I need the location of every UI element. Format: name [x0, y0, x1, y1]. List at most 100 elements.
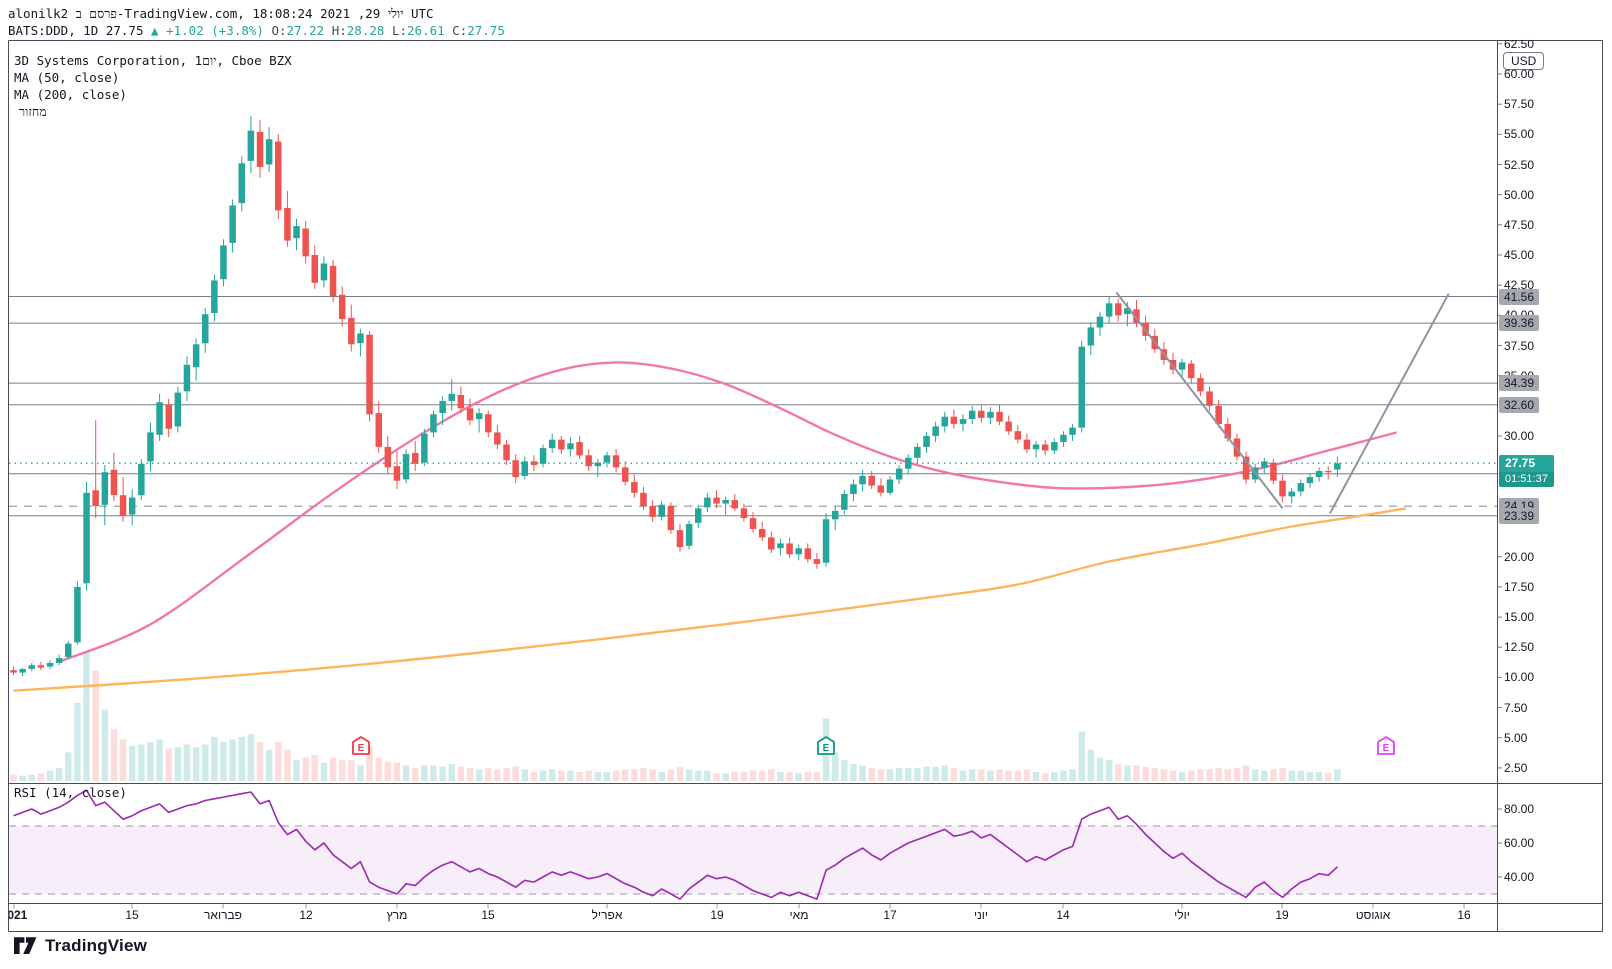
- candle-body: [722, 500, 729, 504]
- volume-bar: [1069, 769, 1076, 781]
- legend-rsi[interactable]: RSI (14, close): [14, 785, 127, 800]
- symbol-name: BATS:DDD,: [8, 23, 76, 38]
- candle-body: [229, 205, 236, 243]
- volume-bar: [959, 770, 967, 781]
- candle-body: [1014, 431, 1022, 440]
- volume-bar: [192, 747, 200, 781]
- volume-bar: [329, 757, 337, 781]
- candle-body: [640, 492, 647, 507]
- volume-bar: [74, 703, 81, 781]
- candle-body: [576, 442, 583, 456]
- rsi-band: [9, 826, 1497, 894]
- rsi-tick-label: 40.00: [1504, 870, 1535, 884]
- volume-bar: [1160, 769, 1168, 781]
- rsi-pane[interactable]: [9, 789, 1497, 900]
- candle-body: [10, 670, 17, 673]
- candle-body: [475, 413, 483, 420]
- volume-bar: [1005, 770, 1012, 781]
- candle-body: [311, 255, 318, 283]
- volume-bar: [850, 764, 857, 781]
- volume-bar: [539, 770, 547, 781]
- tradingview-logo[interactable]: TradingView: [14, 936, 147, 956]
- volume-bar: [92, 670, 99, 781]
- volume-bar: [1206, 769, 1213, 781]
- legend-volume[interactable]: מחזור: [14, 104, 47, 120]
- candle-body: [247, 130, 255, 161]
- candle-body: [110, 469, 118, 496]
- time-tick-label: אפריל: [591, 908, 623, 922]
- candle-body: [685, 524, 693, 546]
- volume-bar: [612, 770, 620, 781]
- volume-bar: [28, 774, 35, 781]
- price-tick-label: 62.50: [1504, 40, 1535, 51]
- candle-body: [83, 492, 90, 584]
- candle-body: [758, 529, 766, 538]
- price-tick-label: 55.00: [1504, 127, 1535, 141]
- time-axis[interactable]: 2021 15 פברואר 12 מרץ 15 אפריל 19 מאי 17 יוני 14 יול…: [9, 904, 1497, 931]
- candle-body: [695, 508, 702, 523]
- tradingview-logo-text: TradingView: [45, 936, 148, 955]
- legend-ma50[interactable]: MA (50, close): [14, 70, 119, 85]
- candle-body: [1078, 346, 1085, 428]
- candle-body: [357, 333, 364, 344]
- price-tick-label: 20.00: [1504, 550, 1535, 564]
- volume-bar: [1261, 770, 1268, 781]
- candle-body: [1087, 327, 1095, 346]
- open-label: O:: [271, 23, 287, 38]
- price-tick-label: 17.50: [1504, 580, 1535, 594]
- volume-bar: [1279, 768, 1286, 781]
- candle-body: [211, 280, 218, 313]
- volume-bar: [402, 765, 410, 781]
- volume-bar: [950, 768, 958, 781]
- earnings-marker[interactable]: E: [817, 736, 835, 755]
- volume-bar: [512, 766, 519, 781]
- candle-body: [119, 495, 127, 516]
- ma200-line[interactable]: [13, 507, 1407, 692]
- volume-bar: [941, 765, 948, 781]
- volume-bar: [156, 739, 163, 781]
- volume-bar: [357, 765, 364, 781]
- trend-line-drawing[interactable]: [1115, 291, 1284, 510]
- candle-body: [338, 294, 346, 319]
- price-axis[interactable]: USD 27.75 01:51:37 62.50 60.00 57.50 55.00 5…: [1498, 40, 1612, 932]
- volume-bar: [202, 744, 209, 781]
- volume-bar: [311, 755, 318, 781]
- volume-bar: [1115, 764, 1122, 781]
- candle-body: [868, 475, 875, 486]
- time-tick-label: 14: [1056, 908, 1070, 922]
- volume-bar: [768, 769, 775, 781]
- candle-body: [320, 263, 328, 281]
- svg-text:E: E: [1383, 743, 1390, 754]
- volume-bar: [1306, 771, 1314, 781]
- volume-bar: [667, 769, 675, 781]
- candle-body: [1023, 439, 1031, 450]
- volume-bar: [740, 771, 748, 781]
- trend-line-drawing[interactable]: [1329, 293, 1450, 514]
- candle-body: [302, 228, 309, 257]
- candle-body: [366, 334, 373, 415]
- price-change: +1.02 (+3.8%): [166, 23, 264, 38]
- volume-bar: [1297, 770, 1305, 781]
- price-pane[interactable]: EEE: [9, 116, 1497, 781]
- legend-symbol-title[interactable]: 3D Systems Corporation, 1יום, Cboe BZX: [14, 53, 292, 69]
- volume-bar: [1197, 769, 1204, 781]
- candle-body: [402, 454, 410, 480]
- candle-body: [622, 467, 629, 482]
- candle-body: [485, 414, 492, 433]
- candle-body: [55, 658, 63, 663]
- volume-bar: [658, 771, 665, 781]
- close-label: C:: [452, 23, 468, 38]
- volume-bar: [1178, 771, 1186, 781]
- volume-bar: [494, 769, 501, 781]
- legend-ma200[interactable]: MA (200, close): [14, 87, 127, 102]
- ma50-line[interactable]: [58, 361, 1398, 663]
- candle-body: [1188, 363, 1195, 379]
- earnings-marker[interactable]: E: [352, 736, 370, 755]
- candle-body: [284, 208, 291, 241]
- volume-bar: [978, 769, 985, 781]
- chart-canvas[interactable]: EEE: [0, 0, 1612, 969]
- level-price-badge: 32.60: [1499, 397, 1540, 413]
- candle-body: [192, 344, 200, 368]
- candle-body: [813, 559, 821, 564]
- earnings-marker[interactable]: E: [1377, 736, 1395, 755]
